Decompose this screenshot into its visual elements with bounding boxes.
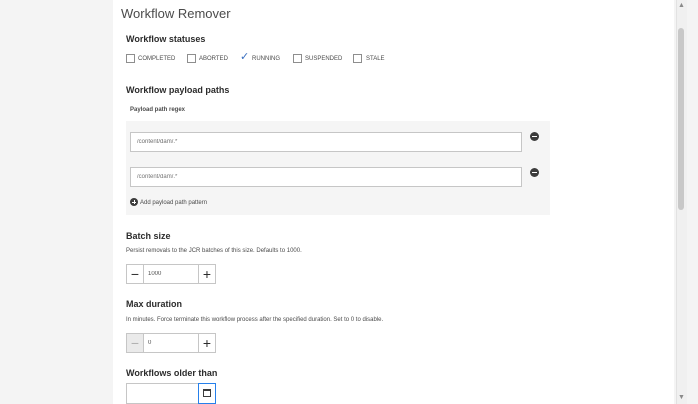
batch-size-decrement-button[interactable]: − bbox=[126, 264, 144, 284]
batch-size-increment-button[interactable]: + bbox=[198, 264, 216, 284]
date-picker-button[interactable] bbox=[198, 383, 216, 404]
batch-size-input[interactable] bbox=[143, 264, 200, 284]
checkbox-aborted-label[interactable]: ABORTED bbox=[199, 56, 228, 62]
checkbox-stale[interactable] bbox=[353, 54, 362, 63]
remove-circle-icon[interactable] bbox=[530, 168, 539, 177]
batch-size-description: Persist removals to the JCR batches of t… bbox=[126, 248, 302, 254]
max-duration-input[interactable] bbox=[143, 333, 200, 353]
max-duration-increment-button[interactable]: + bbox=[198, 333, 216, 353]
remove-circle-icon[interactable] bbox=[530, 132, 539, 141]
statuses-section-title: Workflow statuses bbox=[126, 34, 206, 44]
calendar-icon bbox=[203, 389, 211, 397]
checkbox-stale-label[interactable]: STALE bbox=[366, 56, 385, 62]
max-duration-description: In minutes. Force terminate this workflo… bbox=[126, 317, 384, 323]
checkmark-icon: ✓ bbox=[240, 51, 250, 63]
older-than-date-input[interactable] bbox=[126, 383, 199, 404]
checkbox-running-label[interactable]: RUNNING bbox=[252, 56, 280, 62]
scroll-up-arrow-icon[interactable]: ▲ bbox=[678, 2, 685, 10]
max-duration-title: Max duration bbox=[126, 299, 183, 309]
checkbox-aborted[interactable] bbox=[187, 54, 196, 63]
payload-regex-label: Payload path regex bbox=[130, 107, 186, 113]
page-title: Workflow Remover bbox=[121, 6, 231, 21]
checkbox-completed[interactable] bbox=[126, 54, 135, 63]
payload-path-field-2[interactable] bbox=[130, 167, 522, 187]
add-circle-icon[interactable] bbox=[130, 198, 138, 206]
scroll-down-arrow-icon[interactable]: ▼ bbox=[678, 394, 685, 402]
payload-path-field-1[interactable] bbox=[130, 132, 522, 152]
workflows-older-than-title: Workflows older than bbox=[126, 368, 218, 378]
checkbox-completed-label[interactable]: COMPLETED bbox=[138, 56, 175, 62]
checkbox-suspended-label[interactable]: SUSPENDED bbox=[305, 56, 342, 62]
scrollbar-thumb[interactable] bbox=[678, 28, 684, 210]
checkbox-running[interactable]: ✓ bbox=[240, 51, 250, 63]
batch-size-title: Batch size bbox=[126, 231, 171, 241]
max-duration-decrement-button[interactable]: − bbox=[126, 333, 144, 353]
checkbox-suspended[interactable] bbox=[293, 54, 302, 63]
payload-section-title: Workflow payload paths bbox=[126, 85, 230, 95]
add-payload-path-link[interactable]: Add payload path pattern bbox=[140, 200, 207, 206]
